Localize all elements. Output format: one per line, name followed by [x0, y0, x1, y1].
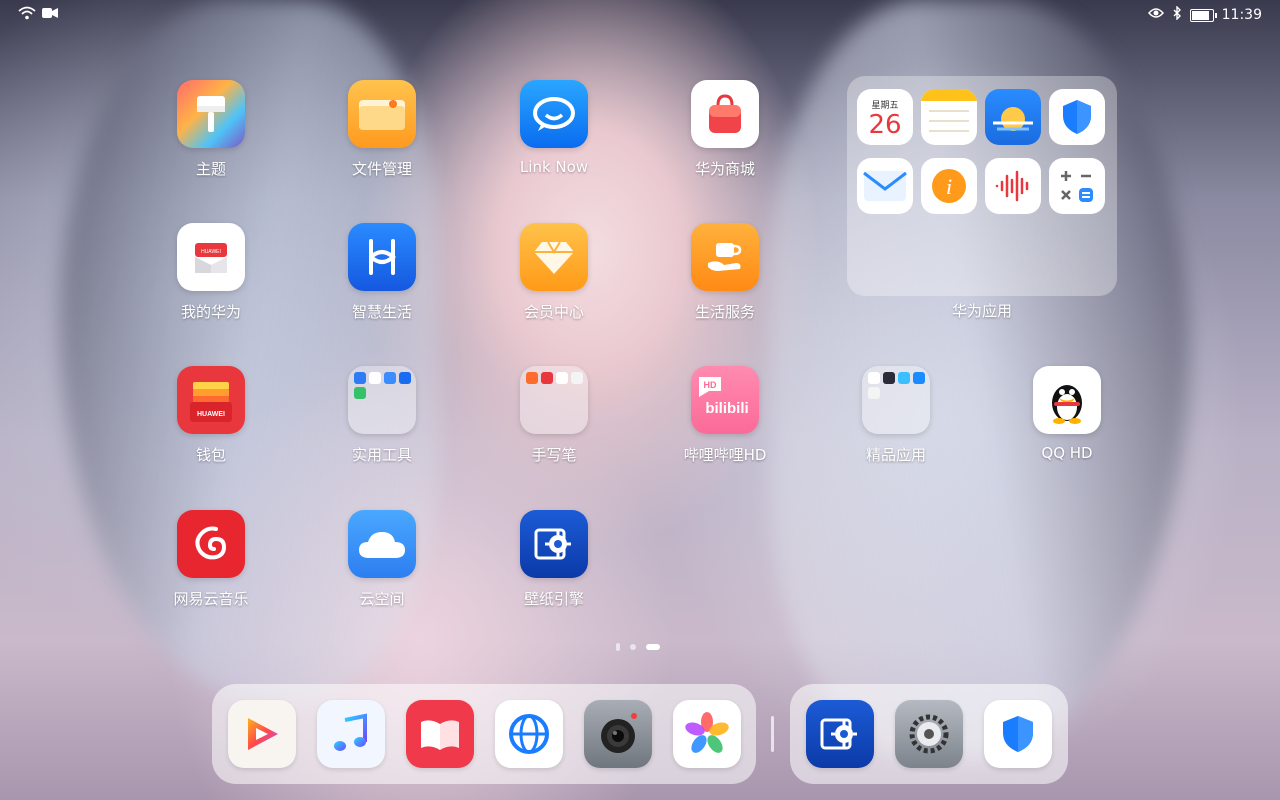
status-time: 11:39 [1221, 7, 1262, 23]
dock-main [212, 684, 756, 784]
dock-separator [771, 716, 774, 752]
calculator-icon[interactable] [1049, 158, 1105, 214]
folder-stylus[interactable]: 手写笔 [494, 366, 614, 465]
cloud-icon [348, 510, 416, 578]
bilibili-icon: HD bilibili [691, 366, 759, 434]
app-label: 网易云音乐 [173, 590, 249, 608]
theme-icon [177, 80, 245, 148]
app-label: 手写笔 [531, 446, 577, 464]
app-huawei-store[interactable]: 华为商城 [665, 80, 785, 179]
wallet-icon: HUAWEI [177, 366, 245, 434]
huawei-brand-text: HUAWEI [201, 249, 221, 255]
calendar-weekday: 星期五 [871, 100, 899, 111]
status-bar: 11:39 [0, 0, 1280, 30]
app-netease-music[interactable]: 网易云音乐 [151, 510, 271, 609]
page-dot[interactable] [616, 643, 620, 651]
music-note-icon[interactable] [317, 700, 385, 768]
status-left [18, 6, 58, 24]
weather-icon[interactable] [985, 89, 1041, 145]
shopping-bag-icon [691, 80, 759, 148]
qq-penguin-icon [1033, 366, 1101, 434]
folder-utilities[interactable]: 实用工具 [322, 366, 442, 465]
camera-icon[interactable] [584, 700, 652, 768]
app-wallpaper-engine[interactable]: 壁纸引擎 [494, 510, 614, 609]
stylus-folder-icon [520, 366, 588, 434]
chat-bubble-icon [520, 80, 588, 148]
app-label: 会员中心 [523, 303, 584, 321]
app-member-center[interactable]: 会员中心 [494, 223, 614, 322]
svg-text:i: i [946, 174, 952, 199]
netease-music-icon [177, 510, 245, 578]
eye-comfort-icon [1147, 7, 1164, 23]
huawei-apps-folder-label: 华为应用 [951, 302, 1012, 320]
app-label: 壁纸引擎 [523, 590, 584, 608]
app-label: Link Now [519, 158, 589, 176]
calendar-day: 26 [868, 109, 902, 140]
bluetooth-icon [1172, 5, 1182, 24]
wifi-icon [18, 6, 36, 24]
app-label: 实用工具 [351, 446, 412, 464]
app-label: QQ HD [1041, 444, 1093, 462]
app-smart-life[interactable]: 智慧生活 [322, 223, 442, 322]
recorder-icon[interactable] [985, 158, 1041, 214]
app-label: 哔哩哔哩HD [683, 446, 767, 464]
browser-globe-icon[interactable] [495, 700, 563, 768]
shield-icon[interactable] [1049, 89, 1105, 145]
app-theme[interactable]: 主题 [151, 80, 271, 179]
app-label: 智慧生活 [351, 303, 412, 321]
page-dot-active[interactable] [646, 644, 660, 650]
gallery-flower-icon[interactable] [673, 700, 741, 768]
cup-hand-icon [691, 223, 759, 291]
dock-recent [790, 684, 1068, 784]
books-icon[interactable] [406, 700, 474, 768]
app-bilibili-hd[interactable]: HD bilibili 哔哩哔哩HD [665, 366, 785, 465]
app-life-service[interactable]: 生活服务 [665, 223, 785, 322]
app-label: 钱包 [195, 446, 226, 464]
wallpaper-engine-icon[interactable] [806, 700, 874, 768]
shield-icon[interactable] [984, 700, 1052, 768]
tips-icon[interactable]: i [921, 158, 977, 214]
app-link-now[interactable]: Link Now [494, 80, 614, 176]
bilibili-hd-badge: HD [704, 380, 717, 390]
app-label: 主题 [195, 160, 226, 178]
wallpaper-engine-icon [520, 510, 588, 578]
app-my-huawei[interactable]: HUAWEI 我的华为 [151, 223, 271, 322]
my-huawei-icon: HUAWEI [177, 223, 245, 291]
app-label: 华为商城 [694, 160, 755, 178]
bilibili-brand-text: bilibili [705, 400, 748, 417]
page-indicator[interactable] [616, 643, 660, 651]
email-icon[interactable] [857, 158, 913, 214]
huawei-brand-text: HUAWEI [197, 411, 225, 418]
folder-icon [348, 80, 416, 148]
page-dot[interactable] [630, 644, 636, 650]
huawei-apps-folder[interactable]: 星期五 26 i [847, 76, 1117, 296]
app-label: 我的华为 [180, 303, 241, 321]
app-label: 文件管理 [351, 160, 412, 178]
app-cloud-space[interactable]: 云空间 [322, 510, 442, 609]
diamond-icon [520, 223, 588, 291]
featured-folder-icon [862, 366, 930, 434]
app-wallet[interactable]: HUAWEI 钱包 [151, 366, 271, 465]
settings-gear-icon[interactable] [895, 700, 963, 768]
notepad-icon[interactable] [921, 89, 977, 145]
app-file-manager[interactable]: 文件管理 [322, 80, 442, 179]
app-qq-hd[interactable]: QQ HD [1007, 366, 1127, 462]
app-label: 云空间 [359, 590, 405, 608]
calendar-icon[interactable]: 星期五 26 [857, 89, 913, 145]
video-play-icon[interactable] [228, 700, 296, 768]
folder-featured-apps[interactable]: 精品应用 [836, 366, 956, 465]
smart-life-h-icon [348, 223, 416, 291]
app-label: 精品应用 [865, 446, 926, 464]
video-record-icon [42, 7, 58, 23]
status-right: 11:39 [1147, 5, 1262, 24]
battery-icon [1189, 8, 1217, 22]
app-label: 生活服务 [694, 303, 755, 321]
utilities-folder-icon [348, 366, 416, 434]
